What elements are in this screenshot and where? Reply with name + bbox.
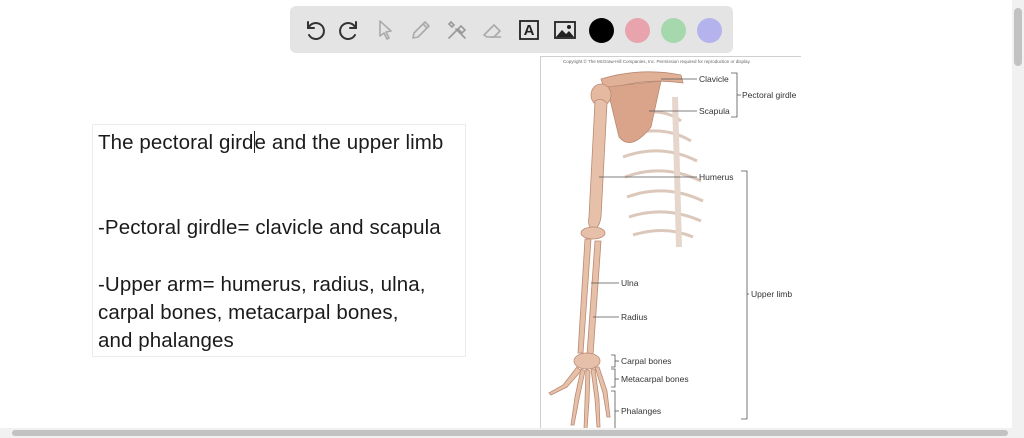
label-ulna: Ulna [621,278,639,288]
label-phalanges: Phalanges [621,406,661,416]
vertical-scrollbar[interactable] [1012,0,1024,428]
label-radius: Radius [621,312,647,322]
select-pointer-icon[interactable] [372,17,398,43]
label-pectoral-girdle: Pectoral girdle [742,90,797,100]
vertical-scroll-thumb[interactable] [1014,8,1022,66]
undo-icon[interactable] [302,17,328,43]
image-icon[interactable] [552,17,578,43]
text-tool-icon[interactable]: A [516,17,542,43]
notes-line-upper-arm: -Upper arm= humerus, radius, ulna, [98,273,426,296]
color-black-swatch[interactable] [589,18,614,43]
color-pink-swatch[interactable] [625,18,650,43]
horizontal-scrollbar[interactable] [0,428,1024,438]
redo-icon[interactable] [336,17,362,43]
horizontal-scroll-thumb[interactable] [12,430,1008,436]
upper-limb-figure: Copyright © The McGraw-Hill Companies, I… [540,56,801,431]
notes-line-phalanges: and phalanges [98,329,234,352]
label-scapula: Scapula [699,106,730,116]
label-clavicle: Clavicle [699,74,729,84]
notes-text-box[interactable]: The pectoral girde and the upper limb -P… [92,124,466,357]
label-metacarpal-bones: Metacarpal bones [621,374,689,384]
notes-line-carpal: carpal bones, metacarpal bones, [98,301,399,324]
label-upper-limb: Upper limb [751,289,792,299]
eraser-icon[interactable] [480,17,506,43]
figure-copyright: Copyright © The McGraw-Hill Companies, I… [563,58,751,64]
color-lavender-swatch[interactable] [697,18,722,43]
text-tool-glyph: A [523,21,535,39]
tools-icon[interactable] [444,17,470,43]
notes-line-title: The pectoral girde and the upper limb [98,131,444,154]
notes-line-pectoral: -Pectoral girdle= clavicle and scapula [98,216,441,239]
drawing-toolbar: A [290,6,733,53]
label-carpal-bones: Carpal bones [621,356,672,366]
humerus-illustration [588,99,608,230]
label-humerus: Humerus [699,172,733,182]
pen-icon[interactable] [408,17,434,43]
hand-illustration [548,352,611,430]
forearm-illustration [577,238,602,356]
color-green-swatch[interactable] [661,18,686,43]
